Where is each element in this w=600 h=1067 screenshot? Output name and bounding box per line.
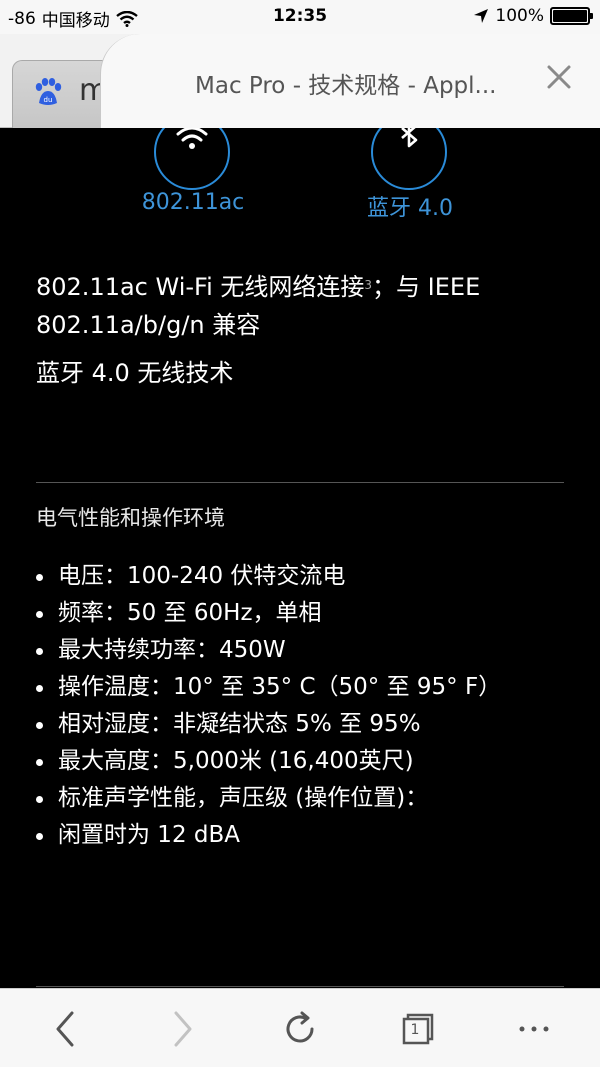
- section-divider-bottom: [36, 986, 564, 987]
- forward-arrow-icon[interactable]: [160, 1007, 204, 1051]
- more-options-icon[interactable]: [512, 1007, 556, 1051]
- page-content: 802.11ac 蓝牙 4.0 802.11ac Wi-Fi 无线网络连接3；与…: [0, 128, 600, 988]
- bluetooth-version-label: 蓝牙 4.0: [367, 196, 453, 221]
- section-divider: [36, 482, 564, 483]
- tabs-button[interactable]: 1: [394, 1007, 438, 1051]
- footnote-marker[interactable]: 3: [364, 278, 372, 292]
- battery-icon: [550, 7, 593, 25]
- status-bar: -86 中国移动 12:35 100%: [0, 0, 600, 34]
- location-arrow-icon: [474, 9, 489, 23]
- browser-toolbar: 1: [0, 988, 600, 1067]
- wifi-desc-line1: 802.11ac Wi-Fi 无线网络连接: [36, 273, 365, 301]
- spec-list-item: 电压：100-240 伏特交流电: [32, 558, 552, 595]
- bluetooth-icon: [371, 128, 447, 190]
- spec-list-item: 相对湿度：非凝结状态 5% 至 95%: [32, 706, 552, 743]
- close-tab-icon[interactable]: [546, 64, 572, 90]
- wifi-desc-line2: 802.11a/b/g/n 兼容: [36, 311, 261, 339]
- battery-percent: 100%: [495, 6, 544, 26]
- baidu-paw-icon: du: [35, 78, 62, 105]
- wifi-standard-label: 802.11ac: [141, 190, 245, 215]
- refresh-icon[interactable]: [278, 1007, 322, 1051]
- spec-list-item: 最大持续功率：450W: [32, 632, 552, 669]
- spec-list-item: 最大高度：5,000米 (16,400英尺): [32, 743, 552, 780]
- spec-list-item: 闲置时为 12 dBA: [32, 817, 552, 854]
- bluetooth-description: 蓝牙 4.0 无线技术: [36, 359, 234, 387]
- tab-count: 1: [410, 1022, 420, 1038]
- wifi-icon: [154, 128, 230, 190]
- back-arrow-icon[interactable]: [44, 1007, 88, 1051]
- electrical-section-title: 电气性能和操作环境: [36, 506, 225, 530]
- battery-fill: [553, 10, 587, 22]
- electrical-spec-list: 电压：100-240 伏特交流电 频率：50 至 60Hz，单相 最大持续功率：45…: [32, 558, 552, 854]
- spec-list-item: 标准声学性能，声压级 (操作位置)：: [32, 780, 552, 817]
- wifi-desc-line1-end: ；与 IEEE: [372, 273, 481, 301]
- svg-text:du: du: [44, 96, 53, 104]
- browser-tab-bar: du m Mac Pro - 技术规格 - Appl...: [0, 34, 600, 128]
- spec-list-item: 操作温度：10° 至 35° C（50° 至 95° F）: [32, 669, 552, 706]
- active-tab-title: Mac Pro - 技术规格 - Appl...: [195, 73, 497, 99]
- spec-list-item: 频率：50 至 60Hz，单相: [32, 595, 552, 632]
- active-tab[interactable]: Mac Pro - 技术规格 - Appl...: [100, 34, 600, 128]
- status-right: 100%: [473, 6, 593, 26]
- wifi-description: 802.11ac Wi-Fi 无线网络连接3；与 IEEE 802.11a/b/…: [36, 268, 556, 344]
